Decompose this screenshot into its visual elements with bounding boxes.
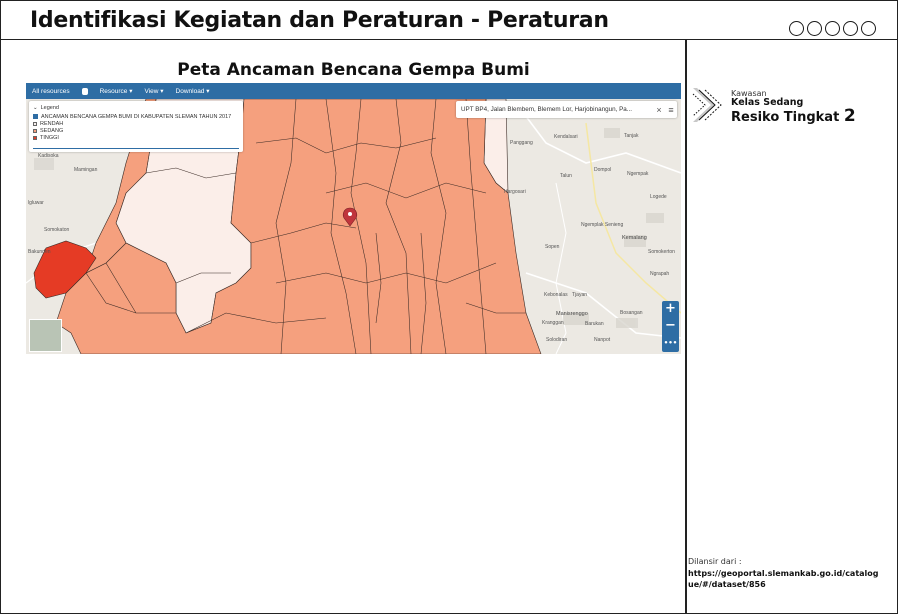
chevron-right-icon bbox=[692, 88, 722, 122]
download-menu[interactable]: Download ▾ bbox=[176, 87, 210, 95]
layer-name: ANCAMAN BENCANA GEMPA BUMI DI KABUPATEN … bbox=[41, 113, 232, 120]
legend-class-tinggi: TINGGI bbox=[33, 134, 239, 141]
all-resources-button[interactable]: All resources bbox=[32, 88, 70, 95]
map-toolbar: All resources Resource ▾ View ▾ Download… bbox=[26, 83, 681, 99]
place-label: Bakunden bbox=[28, 249, 51, 255]
place-label: Bosangan bbox=[620, 310, 643, 316]
place-label: Dompol bbox=[594, 167, 612, 173]
place-label: Tjayan bbox=[572, 292, 588, 298]
place-label: Somokaton bbox=[44, 227, 70, 233]
legend-class-sedang: SEDANG bbox=[33, 127, 239, 134]
more-options-button[interactable]: ••• bbox=[662, 335, 679, 352]
legend-panel[interactable]: ⌄ Legend ANCAMAN BENCANA GEMPA BUMI DI K… bbox=[29, 101, 243, 152]
header-bar: Identifikasi Kegiatan dan Peraturan - Pe… bbox=[0, 0, 898, 40]
vertical-divider bbox=[685, 40, 687, 614]
legend-swatch bbox=[33, 128, 37, 133]
legend-header[interactable]: ⌄ Legend bbox=[33, 104, 239, 111]
location-search[interactable]: UPT BP4, Jalan Blembem, Blemem Lor, Harj… bbox=[456, 101, 677, 118]
progress-circle bbox=[789, 21, 804, 36]
zoom-in-button[interactable]: + bbox=[662, 301, 679, 318]
legend-scrollbar[interactable] bbox=[33, 147, 239, 149]
progress-circles bbox=[789, 21, 876, 36]
menu-icon[interactable]: ≡ bbox=[665, 105, 677, 115]
page-title: Identifikasi Kegiatan dan Peraturan - Pe… bbox=[30, 8, 609, 33]
place-label: Kebonalas bbox=[544, 292, 568, 298]
resource-menu[interactable]: Resource ▾ bbox=[100, 87, 133, 95]
source-label: Dilansir dari : bbox=[688, 557, 742, 566]
zoom-out-button[interactable]: − bbox=[662, 318, 679, 335]
risk-level-label: Resiko Tingkat 2 bbox=[731, 106, 856, 126]
place-label: Solodiran bbox=[546, 337, 568, 343]
zoom-control: + − ••• bbox=[662, 301, 679, 352]
place-label: Panggang bbox=[510, 140, 533, 146]
layer-checkbox[interactable] bbox=[33, 114, 38, 119]
place-label: Tanjak bbox=[624, 133, 639, 139]
place-label: Mamingan bbox=[74, 167, 98, 173]
basemap-switcher[interactable] bbox=[29, 319, 62, 352]
legend-swatch bbox=[33, 135, 37, 140]
legend-swatch bbox=[33, 121, 37, 126]
database-icon[interactable] bbox=[81, 87, 88, 95]
place-label: Manisrenggo bbox=[556, 311, 588, 317]
progress-circle bbox=[843, 21, 858, 36]
place-label: Kranggan bbox=[542, 320, 564, 326]
place-label: lgluwar bbox=[28, 200, 44, 206]
source-link[interactable]: https://geoportal.slemankab.go.id/catalo… bbox=[688, 568, 884, 590]
place-label: Barukan bbox=[585, 321, 604, 327]
progress-circle bbox=[825, 21, 840, 36]
place-label: Talun bbox=[560, 173, 572, 179]
search-input[interactable]: UPT BP4, Jalan Blembem, Blemem Lor, Harj… bbox=[461, 106, 653, 113]
close-icon[interactable]: × bbox=[653, 105, 665, 115]
legend-layer-row[interactable]: ANCAMAN BENCANA GEMPA BUMI DI KABUPATEN … bbox=[33, 113, 239, 120]
legend-class-rendah: RENDAH bbox=[33, 120, 239, 127]
place-label: Hargosari bbox=[504, 189, 526, 195]
chevron-down-icon: ⌄ bbox=[33, 104, 38, 111]
place-label: Nanpot bbox=[594, 337, 611, 343]
map-viewer[interactable]: All resources Resource ▾ View ▾ Download… bbox=[26, 83, 681, 354]
place-label: Kemalang bbox=[622, 235, 647, 241]
risk-level-number: 2 bbox=[843, 106, 856, 126]
progress-circle bbox=[807, 21, 822, 36]
place-label: Kendalsari bbox=[554, 134, 578, 140]
place-label: Ngemplak Senieng bbox=[581, 222, 624, 228]
view-menu[interactable]: View ▾ bbox=[144, 87, 163, 95]
progress-circle bbox=[861, 21, 876, 36]
place-label: Somokerton bbox=[648, 249, 675, 255]
place-label: Logede bbox=[650, 194, 667, 200]
place-label: Kadisoka bbox=[38, 153, 59, 159]
place-label: Sopen bbox=[545, 244, 560, 250]
place-label: Ngempak bbox=[627, 171, 649, 177]
map-title: Peta Ancaman Bencana Gempa Bumi bbox=[177, 60, 530, 80]
place-label: Ngrapah bbox=[650, 271, 670, 277]
